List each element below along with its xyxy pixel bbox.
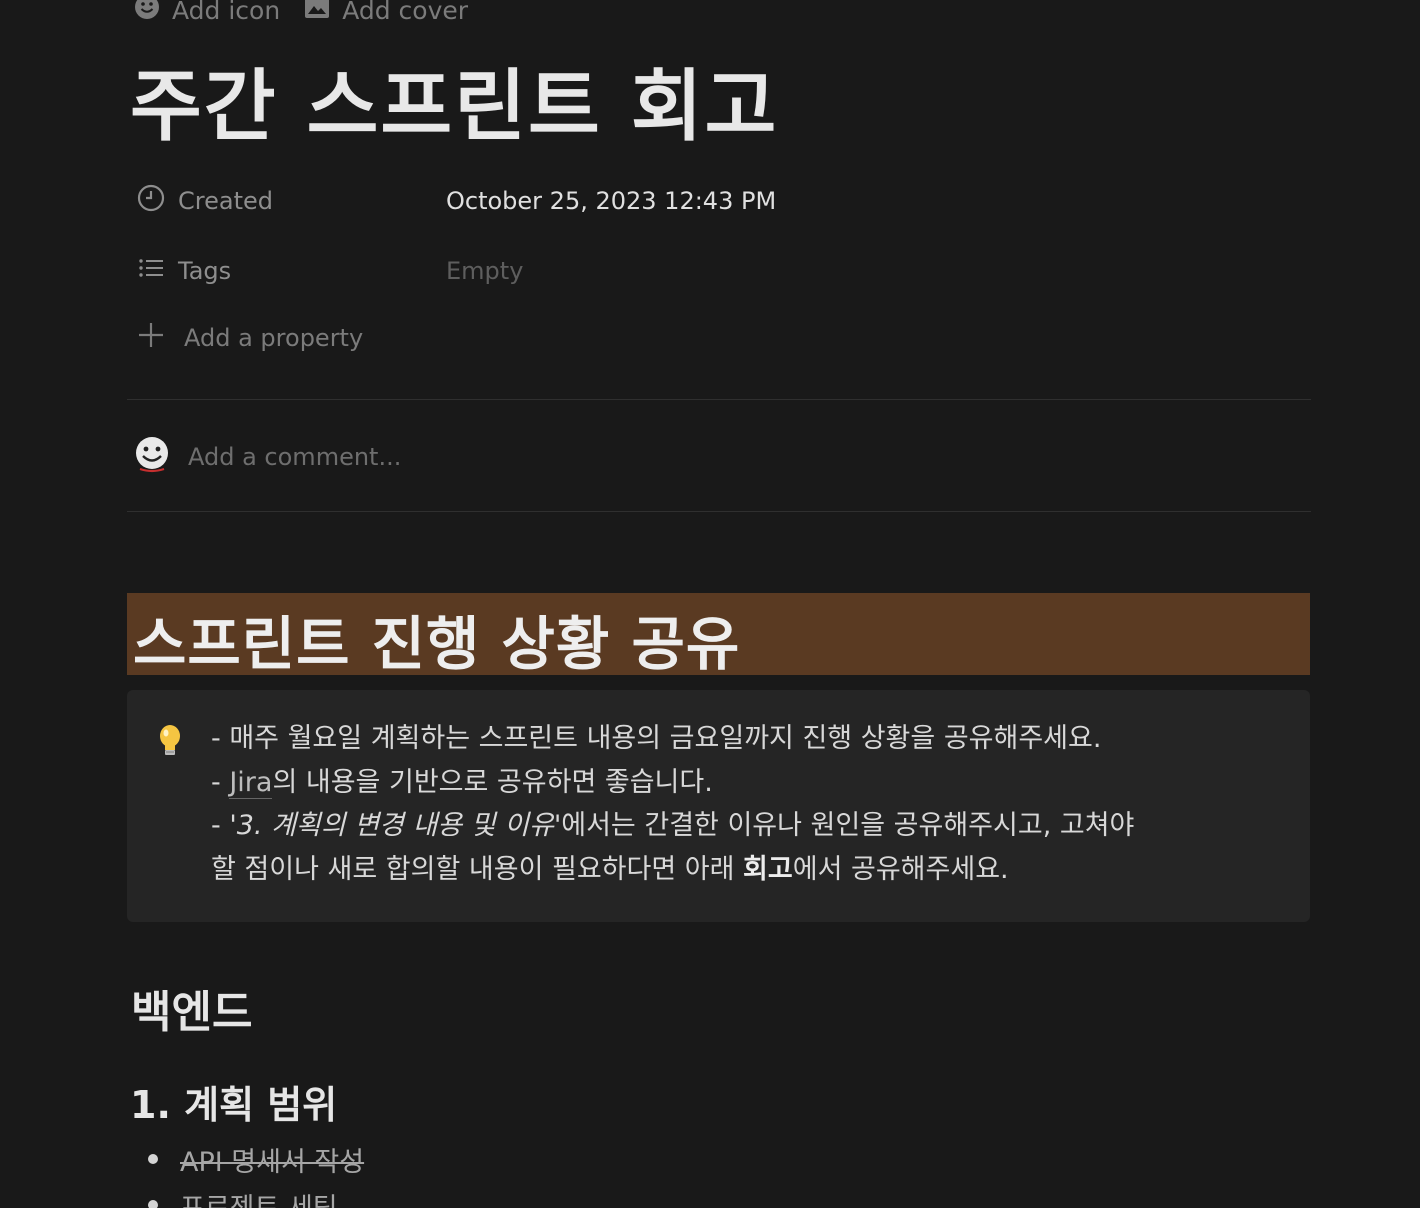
- section-heading[interactable]: 스프린트 진행 상황 공유: [127, 593, 1310, 678]
- add-property-button[interactable]: Add a property: [136, 320, 363, 356]
- list-item[interactable]: 프로젝트 세팅: [140, 1184, 364, 1208]
- callout-line-text: -: [211, 810, 230, 841]
- section-heading-text: 스프린트 진행 상황 공유: [133, 610, 741, 678]
- comment-input[interactable]: [188, 443, 1088, 471]
- property-label-text: Tags: [178, 257, 232, 285]
- property-label: Tags: [136, 253, 446, 289]
- callout-line-text: 에서 공유해주세요.: [792, 853, 1009, 885]
- callout-text: - 매주 월요일 계획하는 스프린트 내용의 금요일까지 진행 상황을 공유해주…: [211, 717, 1281, 891]
- callout-line: - Jira의 내용을 기반으로 공유하면 좋습니다.: [211, 761, 1281, 805]
- bullet-dot: [148, 1200, 158, 1208]
- callout-line-text: 의 내용을 기반으로 공유하면 좋습니다.: [272, 766, 713, 798]
- notion-page: Add icon Add cover 주간 스프린트 회고 Created Oc…: [0, 0, 1420, 1208]
- comment-row: [134, 436, 1088, 478]
- list-item-text: 프로젝트 세팅: [180, 1192, 338, 1208]
- property-value-created: October 25, 2023 12:43 PM: [446, 187, 777, 215]
- bullet-dot: [148, 1154, 158, 1164]
- callout-line: - 매주 월요일 계획하는 스프린트 내용의 금요일까지 진행 상황을 공유해주…: [211, 717, 1281, 761]
- list-icon: [136, 253, 178, 289]
- callout-block[interactable]: - 매주 월요일 계획하는 스프린트 내용의 금요일까지 진행 상황을 공유해주…: [127, 690, 1310, 922]
- add-property-label: Add a property: [184, 324, 364, 352]
- callout-line: 할 점이나 새로 합의할 내용이 필요하다면 아래 회고에서 공유해주세요.: [211, 848, 1281, 892]
- property-row-created[interactable]: Created October 25, 2023 12:43 PM: [136, 181, 776, 221]
- avatar: [134, 436, 170, 478]
- list-item-text: API 명세서 작성: [180, 1146, 365, 1178]
- list-item[interactable]: API 명세서 작성: [140, 1138, 364, 1180]
- plus-icon: [136, 320, 184, 356]
- property-value-tags[interactable]: Empty: [446, 257, 523, 285]
- callout-line-text: 할 점이나 새로 합의할 내용이 필요하다면 아래: [211, 853, 744, 885]
- callout-line-text: 에서는 간결한 이유나 원인을 공유해주시고, 고쳐야: [561, 810, 1135, 841]
- bullet-list: API 명세서 작성 프로젝트 세팅: [140, 1138, 364, 1208]
- jira-link[interactable]: Jira: [229, 766, 273, 799]
- property-label: Created: [136, 183, 446, 219]
- add-icon-button[interactable]: Add icon: [134, 0, 280, 26]
- add-icon-label: Add icon: [172, 0, 281, 25]
- heading-plan-scope[interactable]: 1. 계획 범위: [130, 1074, 337, 1129]
- heading-backend[interactable]: 백엔드: [131, 976, 252, 1040]
- property-label-text: Created: [178, 187, 273, 215]
- page-top-actions: Add icon Add cover: [134, 0, 492, 26]
- lightbulb-icon[interactable]: [157, 724, 183, 762]
- callout-line-text: -: [211, 766, 230, 798]
- clock-icon: [136, 183, 178, 219]
- callout-line: - '3. 계획의 변경 내용 및 이유'에서는 간결한 이유나 원인을 공유해…: [211, 804, 1281, 848]
- smiley-icon: [134, 0, 172, 26]
- callout-italic-text: '3. 계획의 변경 내용 및 이유': [229, 810, 562, 841]
- divider: [127, 511, 1311, 512]
- add-cover-button[interactable]: Add cover: [304, 0, 468, 26]
- add-cover-label: Add cover: [342, 0, 469, 25]
- callout-bold-text: 회고: [743, 853, 793, 885]
- divider: [127, 399, 1311, 400]
- property-row-tags[interactable]: Tags Empty: [136, 251, 523, 291]
- image-icon: [304, 0, 342, 26]
- callout-line-text: - 매주 월요일 계획하는 스프린트 내용의 금요일까지 진행 상황을 공유해주…: [211, 723, 1102, 754]
- page-title[interactable]: 주간 스프린트 회고: [130, 44, 778, 156]
